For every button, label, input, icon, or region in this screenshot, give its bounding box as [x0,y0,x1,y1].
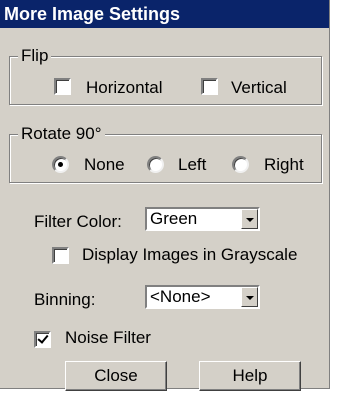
chevron-down-icon[interactable] [241,287,258,307]
rotate-left-radio[interactable] [147,156,164,173]
help-button[interactable]: Help [199,361,301,391]
rotate-none-radio[interactable] [52,156,69,173]
window-title: More Image Settings [0,0,329,28]
noise-filter-label[interactable]: Noise Filter [65,328,151,348]
filter-color-value: Green [150,209,198,228]
rotate-left-label[interactable]: Left [178,155,206,175]
flip-group-label: Flip [18,46,52,66]
binning-select[interactable]: <None> [145,285,260,309]
flip-horizontal-checkbox[interactable] [54,78,71,95]
noise-filter-checkbox[interactable] [34,331,51,348]
filter-color-select[interactable]: Green [145,207,260,231]
rotate-none-label[interactable]: None [84,155,125,175]
chevron-down-icon[interactable] [241,209,258,229]
flip-horizontal-label[interactable]: Horizontal [86,78,163,98]
flip-vertical-checkbox[interactable] [201,78,218,95]
close-button[interactable]: Close [65,361,167,391]
rotate-group-label: Rotate 90° [18,124,105,144]
binning-value: <None> [150,287,211,306]
filter-color-label: Filter Color: [34,212,122,231]
grayscale-label[interactable]: Display Images in Grayscale [82,245,297,265]
settings-dialog: More Image Settings Flip Horizontal Vert… [0,0,330,391]
rotate-right-label[interactable]: Right [264,155,304,175]
flip-vertical-label[interactable]: Vertical [231,78,287,98]
grayscale-checkbox[interactable] [52,247,69,264]
rotate-right-radio[interactable] [232,156,249,173]
binning-label: Binning: [34,290,96,309]
